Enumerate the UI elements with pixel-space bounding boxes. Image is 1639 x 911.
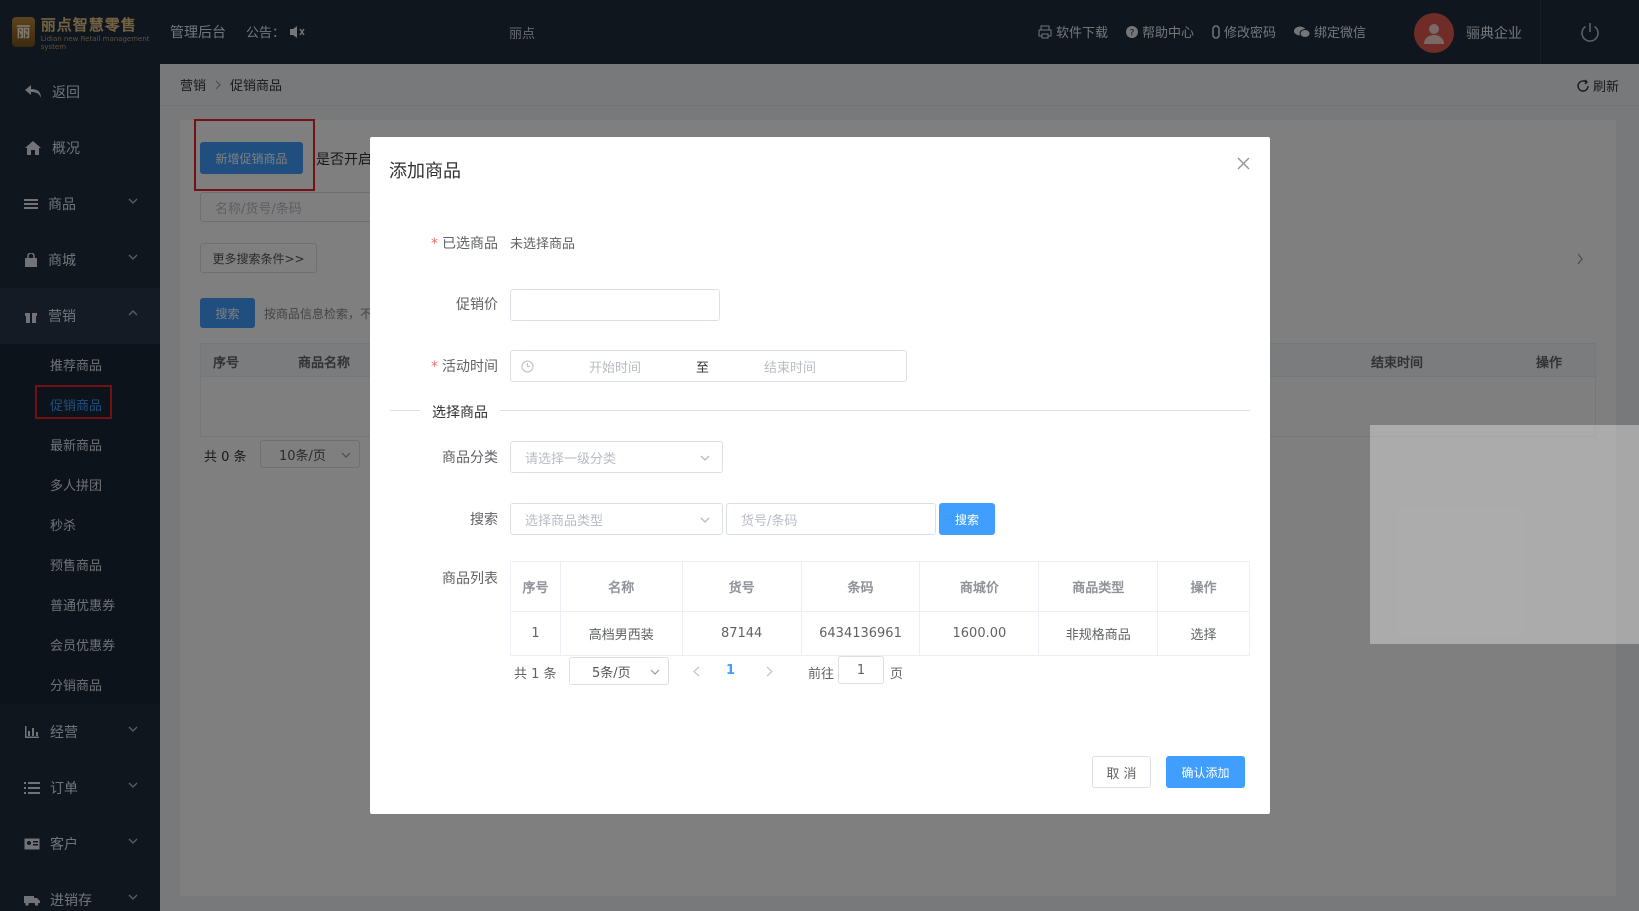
section-divider [390,410,1250,411]
page-unit-label: 页 [890,667,904,682]
cell-name: 高档男西装 [559,611,683,656]
range-separator: 至 [696,361,710,376]
selected-goods-value: 未选择商品 [510,237,576,252]
goods-table: 序号 名称 货号 条码 商城价 商品类型 操作 1 高档男西装 87144 64… [510,561,1250,656]
cancel-button[interactable]: 取 消 [1092,756,1151,788]
promo-price-input[interactable] [510,289,720,321]
end-time-placeholder[interactable]: 结束时间 [764,357,816,376]
dialog-page-size-select[interactable]: 5条/页 [569,657,669,685]
cell-sku: 87144 [681,611,802,656]
col-header-barcode: 条码 [800,561,921,612]
goods-type-placeholder: 选择商品类型 [525,513,604,529]
promo-price-label: 促销价 [456,297,498,313]
overlay-artifact [1370,425,1639,644]
prev-page-icon[interactable] [693,666,700,677]
confirm-add-button[interactable]: 确认添加 [1166,756,1245,788]
goods-list-label: 商品列表 [442,571,498,587]
select-goods-link[interactable]: 选择 [1157,611,1250,656]
start-time-placeholder[interactable]: 开始时间 [589,357,641,376]
col-header-type: 商品类型 [1038,561,1159,612]
cell-no: 1 [510,611,561,656]
col-header-price: 商城价 [919,561,1040,612]
activity-time-range[interactable]: 开始时间 至 结束时间 [510,350,907,382]
add-goods-dialog: 添加商品 * 已选商品 未选择商品 促销价 * 活动时间 开始时间 至 结束时间 选… [370,137,1270,814]
cell-price: 1600.00 [919,611,1040,656]
cell-type: 非规格商品 [1038,611,1159,656]
col-header-action: 操作 [1157,561,1250,612]
close-icon[interactable] [1237,157,1250,170]
table-row: 1 高档男西装 87144 6434136961 1600.00 非规格商品 选… [510,611,1250,656]
next-page-icon[interactable] [766,666,773,677]
page-size-value: 5条/页 [592,665,631,681]
col-header-sku: 货号 [681,561,802,612]
goto-label: 前往 [808,667,835,682]
goods-table-header: 序号 名称 货号 条码 商城价 商品类型 操作 [510,561,1250,612]
dialog-search-button[interactable]: 搜索 [939,503,995,535]
category-placeholder: 请选择一级分类 [525,451,617,467]
chevron-down-icon [700,455,710,461]
activity-time-label: * 活动时间 [431,359,498,375]
current-page[interactable]: 1 [726,663,735,678]
clock-icon [521,360,534,372]
section-title: 选择商品 [420,402,500,422]
goods-type-select[interactable]: 选择商品类型 [510,503,723,535]
chevron-down-icon [700,517,710,523]
cell-barcode: 6434136961 [800,611,921,656]
category-select[interactable]: 请选择一级分类 [510,441,723,473]
search-label: 搜索 [470,512,498,528]
code-search-input[interactable]: 货号/条码 [726,503,936,535]
dialog-title: 添加商品 [389,161,461,182]
col-header-name: 名称 [559,561,683,612]
chevron-down-icon [650,669,660,675]
category-label: 商品分类 [442,450,498,466]
selected-goods-label: * 已选商品 [431,236,498,252]
dialog-total: 共 1 条 [514,667,557,682]
goto-page-input[interactable]: 1 [838,656,884,684]
col-header-no: 序号 [510,561,561,612]
